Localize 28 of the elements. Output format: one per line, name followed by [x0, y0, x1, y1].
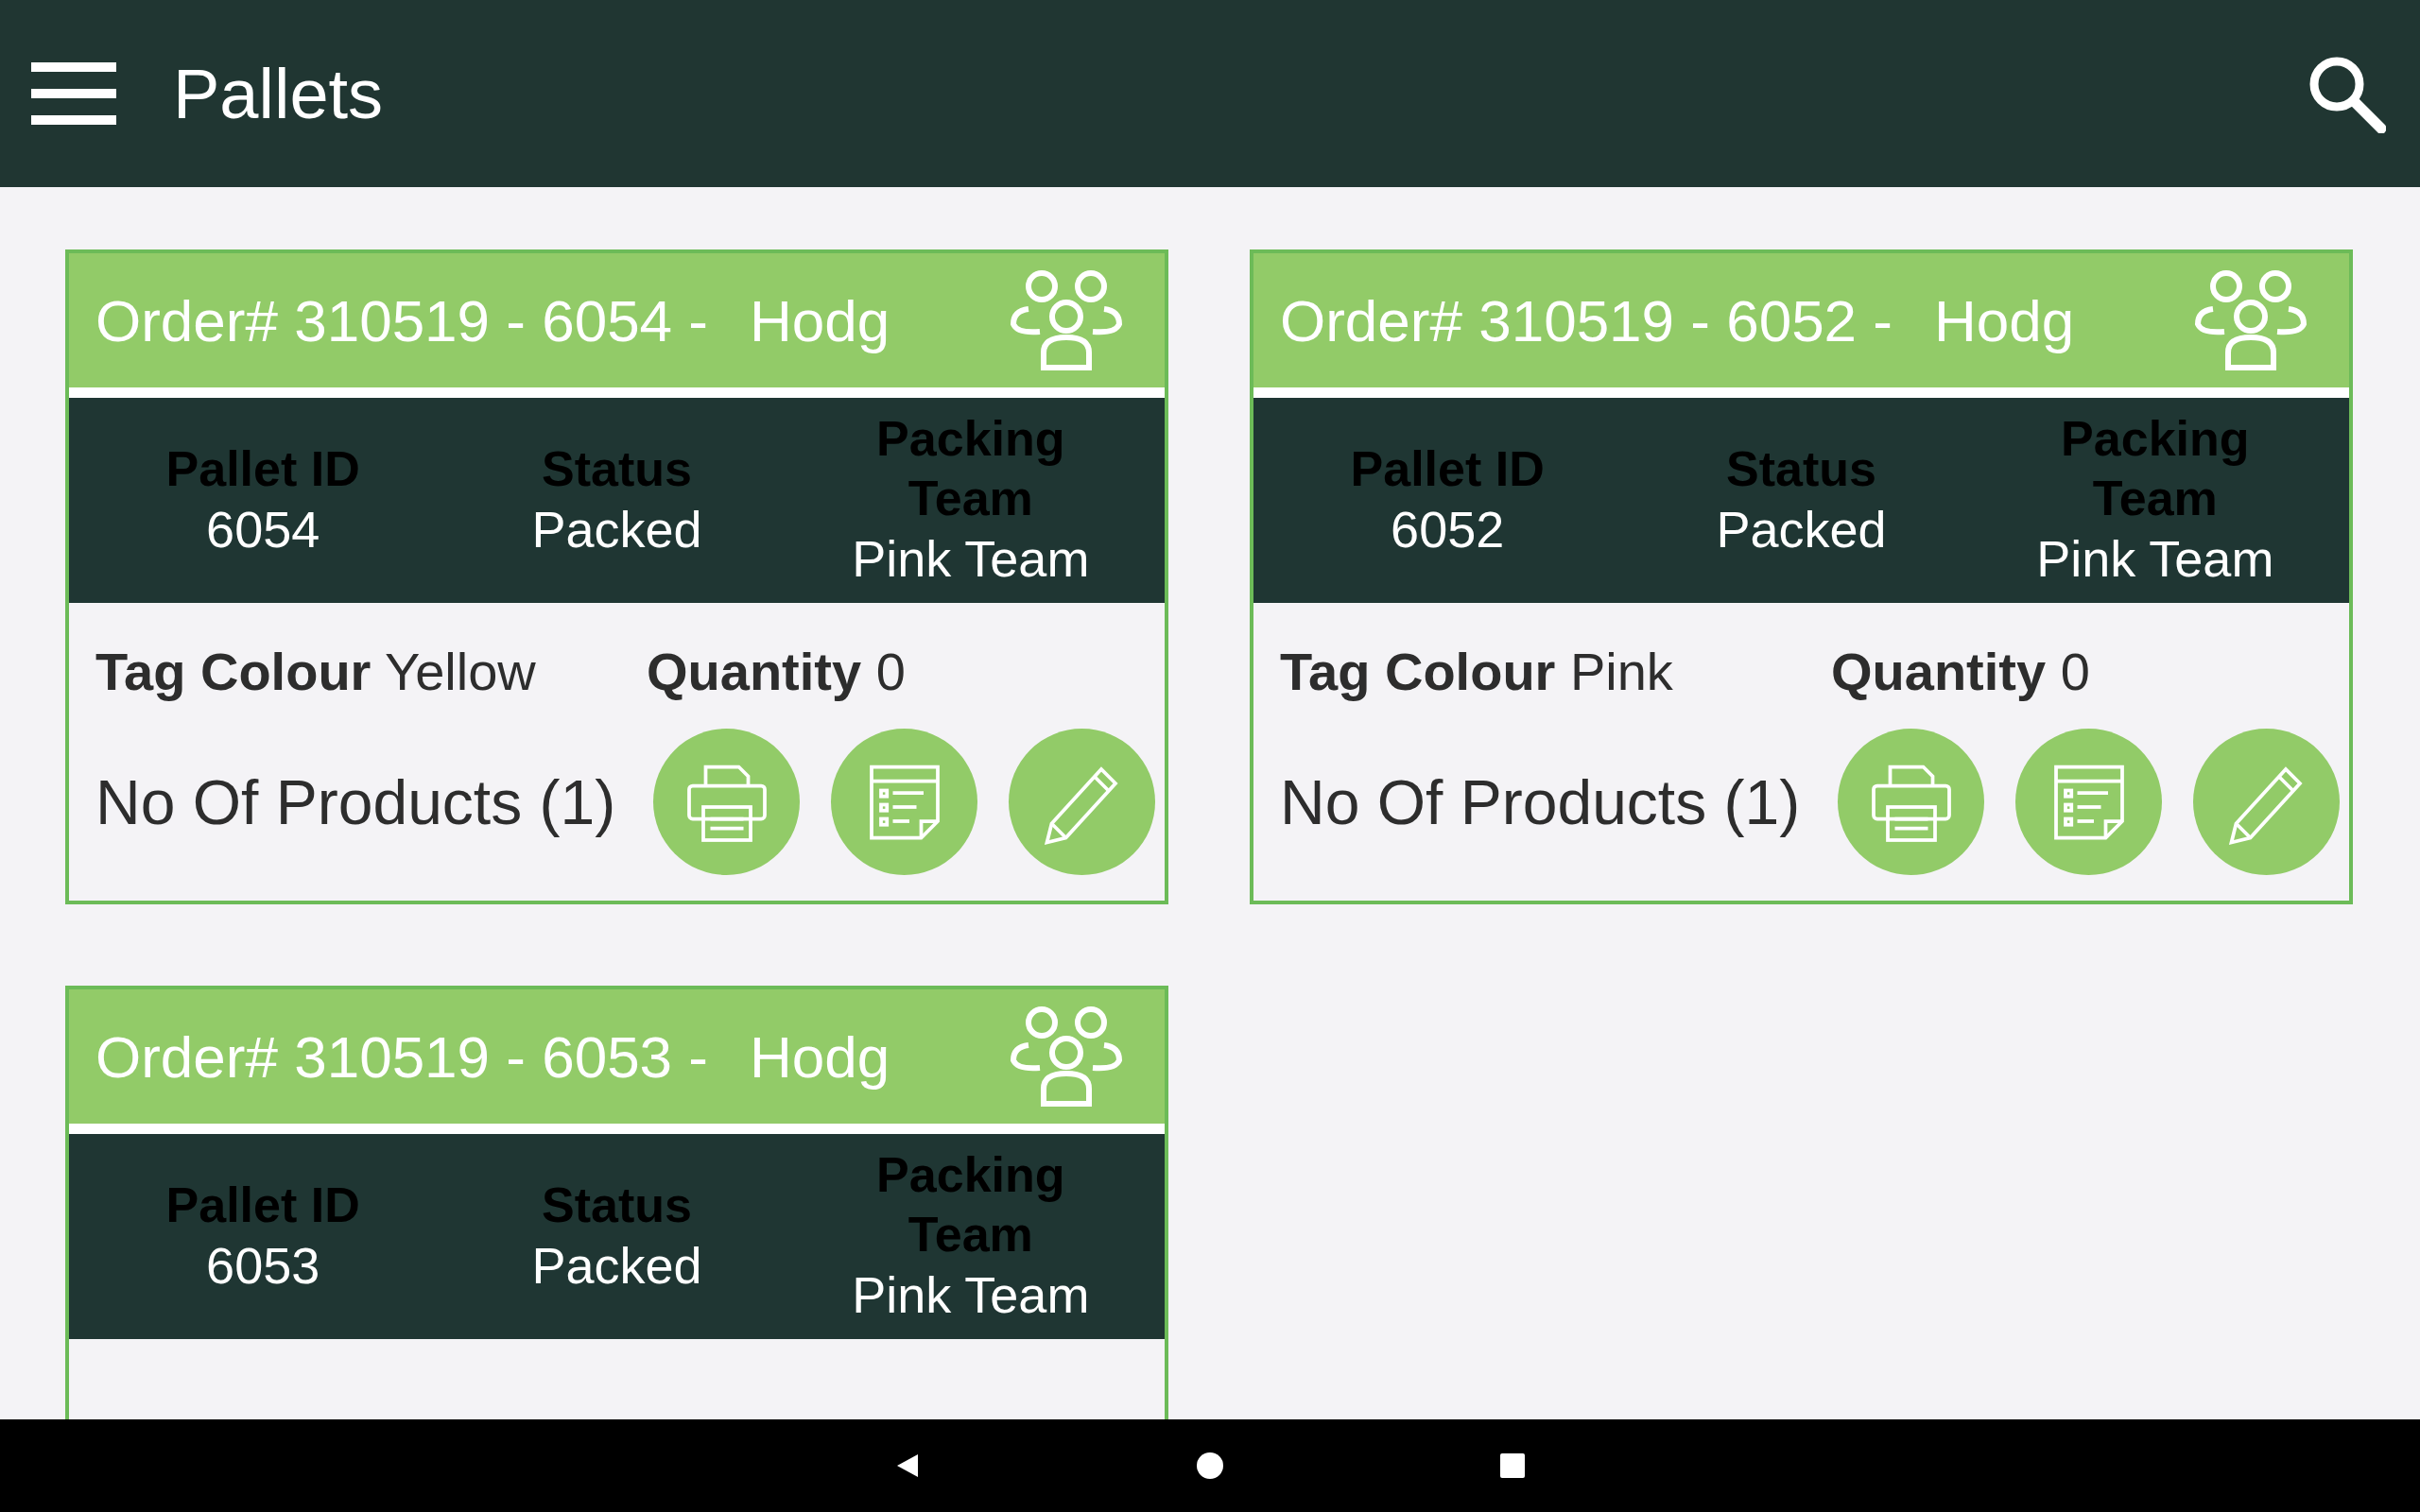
quantity-text: Quantity 0 — [1831, 641, 2091, 702]
quantity-text: Quantity 0 — [647, 641, 907, 702]
tag-colour-text: Tag Colour Yellow — [95, 641, 537, 702]
field-value: Packed — [531, 1235, 702, 1296]
team-icon[interactable] — [1010, 1004, 1123, 1109]
customer-name: Hodg — [1934, 287, 2075, 353]
recents-icon[interactable] — [1498, 1452, 1527, 1480]
field-value: Pink Team — [852, 529, 1090, 590]
customer-name: Hodg — [750, 287, 890, 353]
tag-colour-text: Tag Colour Pink — [1280, 641, 1674, 702]
team-icon[interactable] — [1010, 267, 1123, 373]
field-value: Packed — [1716, 499, 1887, 559]
order-title: Order# 310519 - 6052 - — [1280, 287, 1893, 353]
order-title: Order# 310519 - 6053 - — [95, 1023, 708, 1090]
customer-name: Hodg — [750, 1023, 890, 1090]
order-title: Order# 310519 - 6054 - — [95, 287, 708, 353]
field-value: 6052 — [1391, 499, 1505, 559]
field-value: 6053 — [206, 1235, 320, 1296]
field-value: 6054 — [206, 499, 320, 559]
field-value: Pink Team — [2036, 529, 2274, 590]
products-count: No Of Products (1) — [95, 765, 617, 838]
home-icon[interactable] — [1196, 1452, 1224, 1480]
field-value: Pink Team — [852, 1265, 1090, 1326]
team-icon[interactable] — [2194, 267, 2308, 373]
menu-icon[interactable] — [31, 62, 116, 125]
products-count: No Of Products (1) — [1280, 765, 1802, 838]
app-title: Pallets — [173, 53, 385, 134]
field-value: Packed — [531, 499, 702, 559]
